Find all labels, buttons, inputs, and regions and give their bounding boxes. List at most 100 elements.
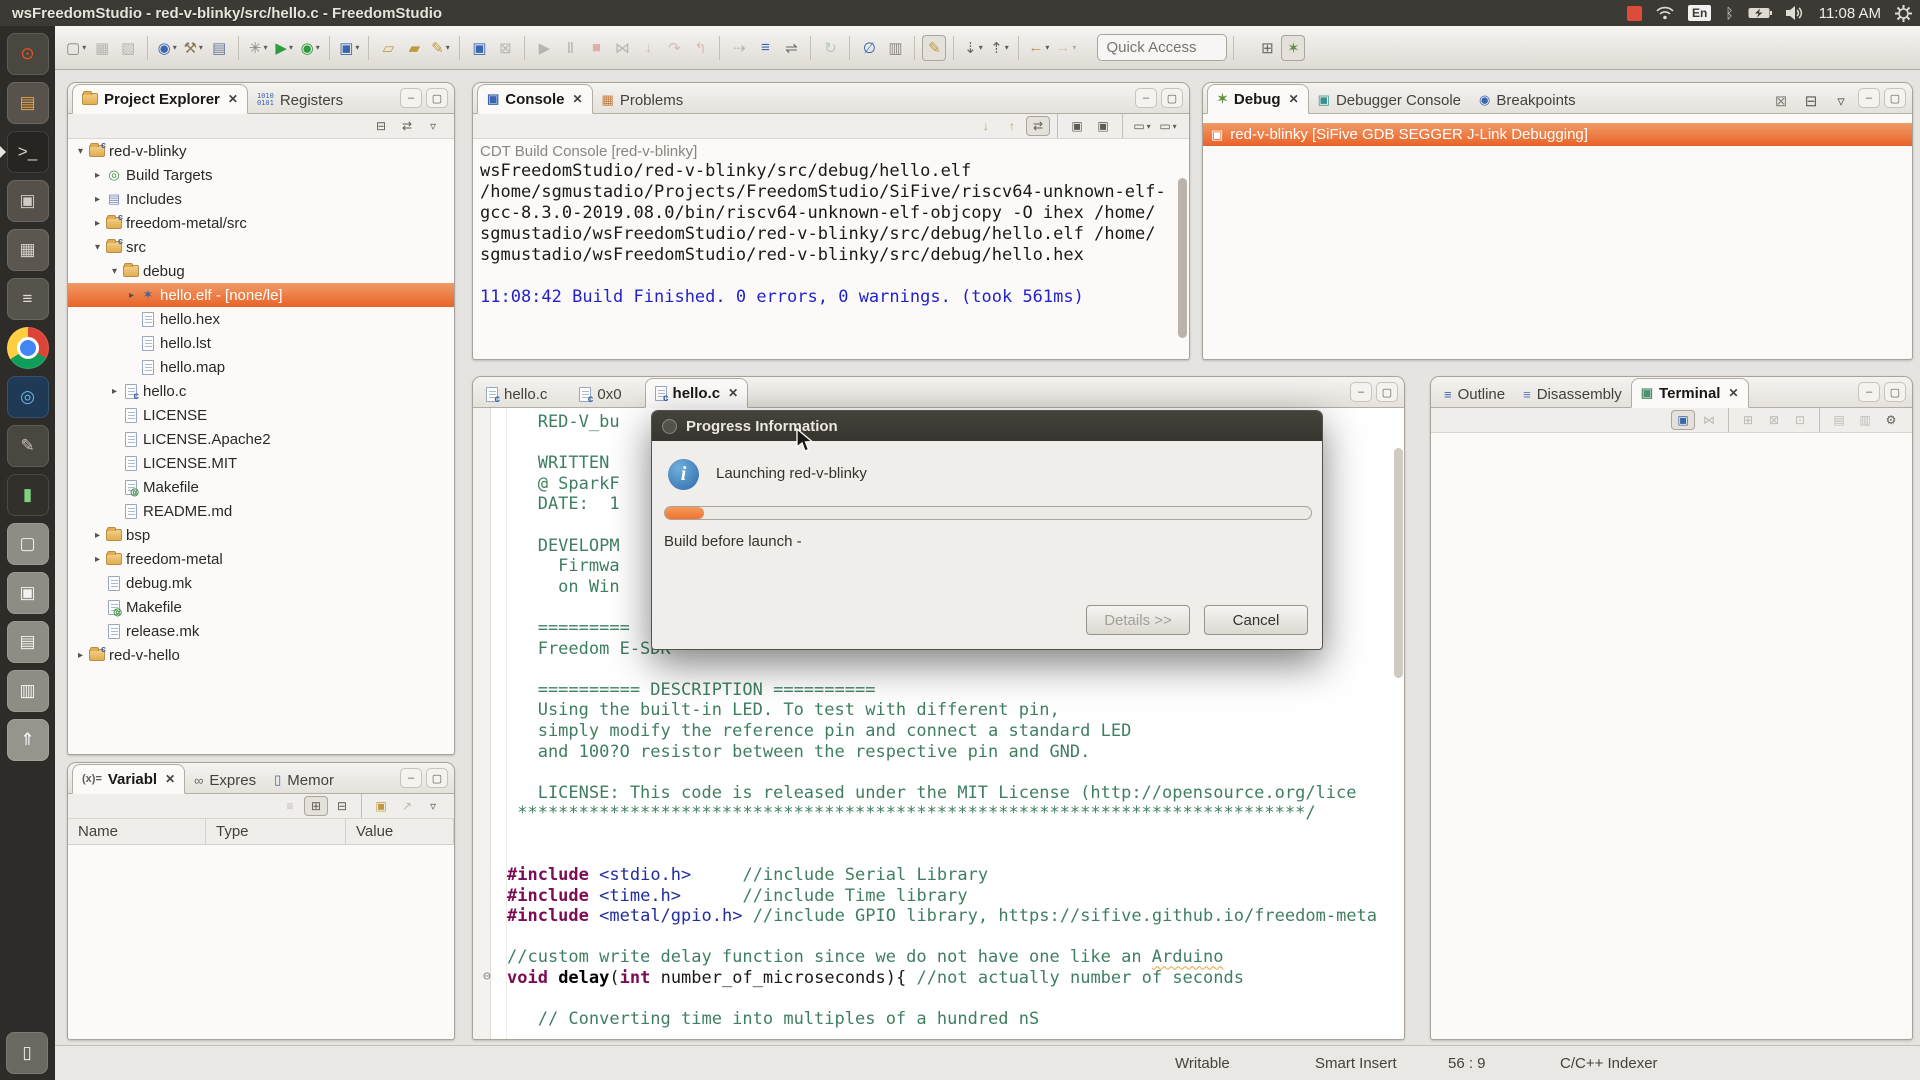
chrome-icon[interactable] [7,327,49,369]
new-wizard-button[interactable]: ▢▾ [64,35,88,61]
volume-icon[interactable] [1786,6,1805,20]
collapse-all-button[interactable]: ⊟ [1799,88,1823,114]
view-menu-button[interactable]: ▿ [421,796,445,816]
tree-item-hello-lst[interactable]: hello.lst [68,331,454,355]
tree-item-readme-md[interactable]: README.md [68,499,454,523]
export-variables-button[interactable]: ↗ [395,796,419,816]
tree-item-license-mit[interactable]: LICENSE.MIT [68,451,454,475]
tree-item-build-targets[interactable]: ▸◎Build Targets [68,163,454,187]
close-tab-icon[interactable]: ✕ [572,92,582,106]
minimize-button[interactable]: – [1858,88,1880,108]
dialog-titlebar[interactable]: Progress Information [652,411,1322,441]
tree-item-includes[interactable]: ▸▤Includes [68,187,454,211]
screenshot-icon[interactable]: ▣ [7,180,49,222]
tab-memor[interactable]: ▯Memor [265,767,343,793]
export-button[interactable]: ▰ [402,35,426,61]
collapse-all-button[interactable]: ⊟ [330,796,354,816]
app-icon-4[interactable]: ▥ [7,670,49,712]
tab-outline[interactable]: ≡Outline [1435,381,1514,407]
tab-registers[interactable]: 1010 0101Registers [248,87,352,113]
next-annotation-button[interactable]: ⇣▾ [961,35,985,61]
tree-item-hello-map[interactable]: hello.map [68,355,454,379]
expand-arrow-icon[interactable]: ▾ [91,242,104,253]
expand-arrow-icon[interactable]: ▾ [108,266,121,277]
new-c-element-button[interactable]: ▣▾ [337,35,361,61]
suspend-button[interactable]: Ⅱ [558,35,582,61]
expand-arrow-icon[interactable]: ▸ [125,290,138,301]
tab-breakpoints[interactable]: ◉Breakpoints [1470,87,1585,113]
app-icon-1[interactable]: ▢ [7,523,49,565]
usb-device-icon[interactable]: ⇑ [7,719,49,761]
tree-item-debug[interactable]: ▾debug [68,259,454,283]
profile-button[interactable]: ◉▾ [298,35,322,61]
app-icon-2[interactable]: ▣ [7,572,49,614]
step-over-button[interactable]: ↷ [662,35,686,61]
dash-home-icon[interactable]: ⊙ [7,33,49,75]
recording-indicator-icon[interactable] [1627,6,1642,21]
console-app-icon[interactable]: ▮ [7,474,49,516]
resume-button[interactable]: ▶ [532,35,556,61]
tree-item-red-v-blinky[interactable]: ▾red-v-blinky [68,139,454,163]
text-editor-icon[interactable]: ≡ [7,278,49,320]
save-button[interactable]: ▦ [90,35,114,61]
run-button[interactable]: ▶▾ [272,35,296,61]
details-button[interactable]: Details >> [1086,605,1190,635]
disconnect-terminal-button[interactable]: ⋈ [1697,410,1721,430]
tab-problems[interactable]: ▦Problems [593,87,693,113]
debug-external-button[interactable]: ✳▾ [246,35,270,61]
tab-project-explorer[interactable]: Project Explorer✕ [72,84,248,114]
tree-item-hello-elf-none-le[interactable]: ▸✶hello.elf - [none/le] [68,283,454,307]
instruction-stepping-button[interactable]: ⇢ [727,35,751,61]
import-button[interactable]: ▱ [376,35,400,61]
remove-all-terminated-button[interactable]: ⊠ [1769,88,1793,114]
display-selected-console-button[interactable]: ▭▾ [1156,116,1180,136]
disconnect-button[interactable]: ⋈ [610,35,634,61]
new-terminal-view-button[interactable]: ⊞ [1736,410,1760,430]
collapse-all-button[interactable]: ⊟ [369,116,393,136]
tab-disassembly[interactable]: ≡Disassembly [1514,381,1631,407]
open-terminal-button[interactable]: ▣ [1671,410,1695,430]
clock[interactable]: 11:08 AM [1819,5,1881,22]
fold-collapse-icon[interactable]: ⊖ [483,970,491,983]
tree-item-bsp[interactable]: ▸bsp [68,523,454,547]
flash-target-button[interactable]: ◉▾ [155,35,179,61]
expand-arrow-icon[interactable]: ▸ [91,194,104,205]
column-header-value[interactable]: Value [346,819,454,844]
app-icon-3[interactable]: ▤ [7,621,49,663]
terminate-button[interactable]: ■ [584,35,608,61]
restart-button[interactable]: ↻ [818,35,842,61]
expand-arrow-icon[interactable]: ▸ [74,650,87,661]
expand-arrow-icon[interactable]: ▸ [91,218,104,229]
previous-annotation-button[interactable]: ⇡▾ [987,35,1011,61]
copy-button[interactable]: ▤ [1827,410,1851,430]
close-tab-icon[interactable]: ✕ [1728,386,1738,400]
terminal-settings-button[interactable]: ⚙ [1879,410,1903,430]
close-tab-icon[interactable]: ✕ [1289,92,1299,106]
step-return-button[interactable]: ↰ [688,35,712,61]
battery-icon[interactable] [1748,7,1772,19]
expand-arrow-icon[interactable]: ▾ [74,146,87,157]
expand-arrow-icon[interactable]: ▸ [108,386,121,397]
remove-terminal-button[interactable]: ⊠ [1762,410,1786,430]
tree-item-src[interactable]: ▾src [68,235,454,259]
bookmark-pencil-button[interactable]: ✎▾ [428,35,452,61]
session-gear-icon[interactable] [1895,5,1912,22]
tab-terminal[interactable]: ▣Terminal✕ [1631,378,1749,408]
back-history-button[interactable]: ←▾ [1026,35,1051,61]
open-perspective-button[interactable]: ⊞ [1255,35,1279,61]
maximize-button[interactable]: ▢ [1161,88,1183,108]
calculator-icon[interactable]: ▦ [7,229,49,271]
show-type-names-button[interactable]: ≡ [278,796,302,816]
close-tab-icon[interactable]: ✕ [728,386,738,400]
minimize-button[interactable]: – [400,88,422,108]
maximize-button[interactable]: ▢ [1884,382,1906,402]
memory-monitor-button[interactable]: ▥ [883,35,907,61]
close-tab-icon[interactable]: ✕ [165,772,175,786]
mark-occurrences-button[interactable]: ✎ [922,35,946,61]
trash-icon[interactable]: ▯ [6,1032,48,1074]
paste-button[interactable]: ▥ [1853,410,1877,430]
scroll-to-top-button[interactable]: ↑ [1000,116,1024,136]
tab-hello-c[interactable]: hello.c✕ [645,378,749,408]
tab-variabl[interactable]: (x)=Variabl✕ [72,764,185,794]
tab-debugger-console[interactable]: ▣Debugger Console [1309,87,1470,113]
